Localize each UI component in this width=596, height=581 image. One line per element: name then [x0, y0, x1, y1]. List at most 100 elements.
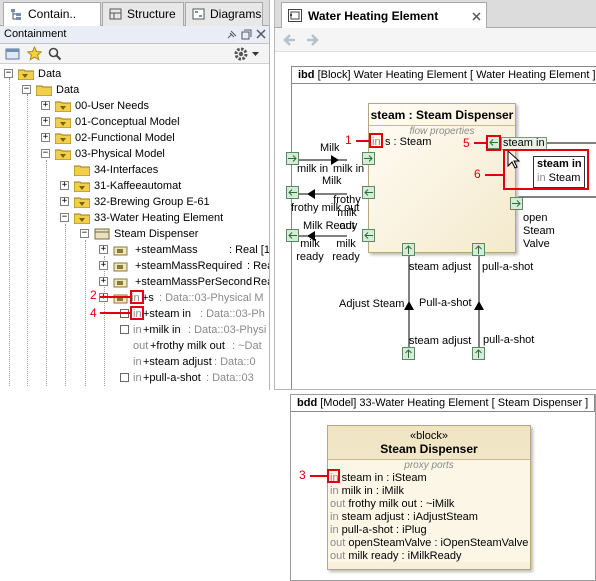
tab-containment[interactable]: Contain.. [3, 2, 101, 27]
diagrams-icon [192, 8, 205, 20]
port-open-steam-valve[interactable] [510, 197, 523, 210]
tree-connector [46, 160, 47, 386]
tab-label: Contain.. [28, 7, 77, 21]
tree-label: 31-Kaffeeautomat [94, 180, 182, 192]
callout-number: 2 [90, 288, 97, 302]
port-label: milk ready [296, 238, 324, 263]
proxy-port-item[interactable]: out milk ready : iMilkReady [330, 550, 530, 563]
item-flow-label: Adjust Steam [339, 298, 405, 310]
port-label: steam adjust [409, 261, 472, 273]
containment-tree: − Data − Data + 00-User Needs + 01-Conce… [0, 66, 270, 386]
block-steam-dispenser[interactable]: «block» Steam Dispenser proxy ports in s… [327, 425, 531, 570]
proxy-port-item[interactable]: in pull-a-shot : iPlug [330, 524, 530, 537]
package-icon [74, 213, 90, 224]
tree-detail: : Data::03-Physical M [159, 292, 264, 304]
port-frothy-milk-out-boundary[interactable] [286, 186, 299, 199]
bdd-frame: bdd [Model] 33-Water Heating Element [ S… [290, 394, 596, 581]
port-pull-a-shot[interactable] [472, 243, 485, 256]
containment-tree-icon [11, 9, 21, 20]
tree-label: 01-Conceptual Model [75, 116, 180, 128]
tab-label: Diagrams [210, 7, 262, 21]
callout-box [130, 290, 144, 304]
property-icon [113, 278, 128, 288]
tree-label: Data [38, 68, 62, 80]
panel-title: Containment [4, 28, 67, 40]
block-stereotype: «block» [410, 430, 448, 442]
direction-keyword: in [133, 356, 142, 368]
search-icon[interactable] [48, 47, 62, 61]
compartment-label: proxy ports [404, 460, 454, 471]
bdd-frame-title: bdd [Model] 33-Water Heating Element [ S… [291, 395, 596, 412]
callout-line [356, 140, 369, 142]
new-element-icon[interactable] [5, 47, 21, 61]
close-icon[interactable] [256, 29, 266, 39]
tree-detail: : Data::03-Ph [200, 308, 265, 320]
tree-label: +milk in [143, 324, 181, 336]
port-icon [120, 325, 129, 334]
float-icon[interactable] [241, 29, 252, 40]
tree-label: Data [56, 84, 80, 96]
folder-icon [18, 69, 34, 80]
tree-detail: : ~Dat [232, 340, 262, 352]
tree-label: +steamMass [135, 244, 198, 256]
flow-property: s : Steam [385, 136, 432, 148]
favorite-star-icon[interactable] [27, 46, 42, 61]
diagram-kind: bdd [297, 397, 318, 409]
callout-line [100, 296, 130, 298]
part-title: steam : Steam Dispenser [370, 108, 514, 122]
package-icon [55, 149, 71, 160]
proxy-port-item[interactable]: in steam adjust : iAdjustSteam [330, 511, 530, 524]
item-flow-label: Pull-a-shot [419, 297, 472, 309]
tree-detail: : Real [1] = 0 [229, 244, 270, 256]
callout-number: 1 [345, 133, 352, 147]
tab-diagrams[interactable]: Diagrams [185, 2, 263, 26]
port-icon [120, 373, 129, 382]
proxy-port-item[interactable]: in milk in : iMilk [330, 485, 530, 498]
containment-toolbar [0, 44, 269, 64]
property-icon [113, 246, 128, 256]
proxy-port-item[interactable]: out frothy milk out : ~iMilk [330, 498, 530, 511]
proxy-port-item[interactable]: out openSteamValve : iOpenSteamValve [330, 537, 530, 550]
pin-icon[interactable] [226, 29, 238, 40]
callout-box [503, 149, 589, 190]
gear-icon[interactable] [233, 46, 249, 62]
diagram-editor: Water Heating Element ibd [Block] Water … [274, 0, 596, 390]
port-steam-adjust[interactable] [402, 243, 415, 256]
tab-structure[interactable]: Structure [102, 2, 184, 26]
part-steam-dispenser[interactable]: steam : Steam Dispenser flow properties … [368, 103, 516, 253]
property-icon [113, 262, 128, 272]
direction-keyword: out [133, 340, 149, 352]
flow-arrow [307, 189, 315, 199]
callout-line [474, 142, 486, 144]
flow-arrow [404, 301, 414, 310]
tree-label: 32-Brewing Group E-61 [94, 196, 210, 208]
tree-connector [85, 240, 86, 386]
callout-line [100, 312, 130, 314]
tree-label: Steam Dispenser [114, 228, 199, 240]
callout-line [485, 174, 503, 176]
chevron-down-icon[interactable] [252, 52, 259, 57]
port-steam-adjust-boundary[interactable] [402, 347, 415, 360]
item-flow-label: Milk Ready [303, 220, 358, 232]
flow-property-icon [113, 294, 128, 304]
tree-connector [65, 224, 66, 386]
port-label: pull-a-shot [483, 334, 535, 346]
tree-label: +steamMassPerSecond [135, 276, 253, 288]
folder-icon [74, 165, 90, 176]
block-icon [94, 228, 110, 240]
structure-icon [109, 8, 122, 20]
proxy-ports-list: in steam in : iSteam in milk in : iMilk … [328, 472, 530, 563]
callout-number: 5 [463, 136, 470, 150]
tree-label: 00-User Needs [75, 100, 149, 112]
tree-label: +pull-a-shot [143, 372, 201, 384]
callout-number: 6 [474, 167, 481, 181]
callout-box [327, 469, 340, 483]
proxy-port-item[interactable]: in steam in : iSteam [330, 472, 530, 485]
callout-box [486, 135, 501, 151]
tree-detail: : Data::0 [214, 356, 256, 368]
port-label: milk ready [332, 238, 360, 263]
package-icon [74, 181, 90, 192]
port-pull-a-shot-boundary[interactable] [472, 347, 485, 360]
port-label: pull-a-shot [482, 261, 534, 273]
tree-label: +steam adjust [143, 356, 212, 368]
